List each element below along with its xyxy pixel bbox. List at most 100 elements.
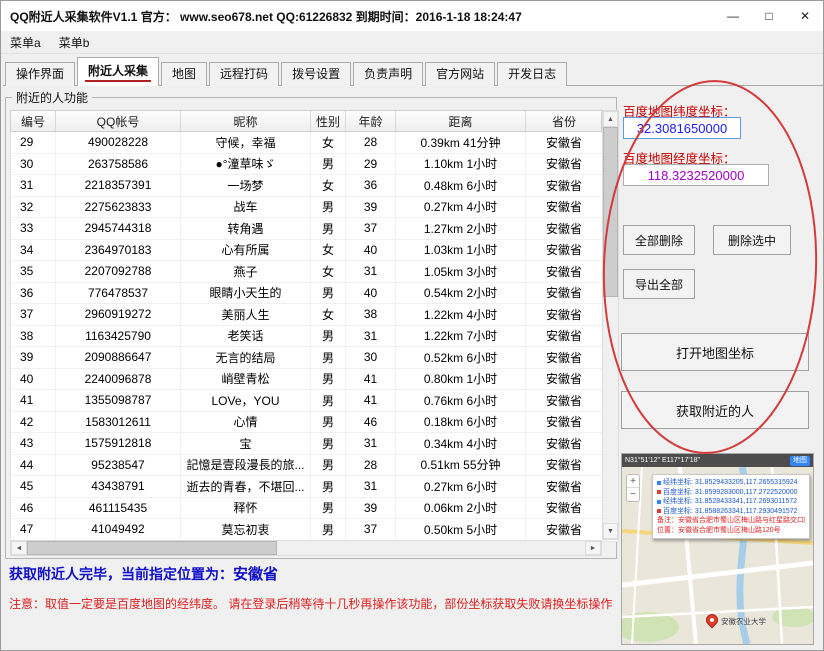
tab-operation[interactable]: 操作界面 [5, 62, 75, 86]
table-row[interactable]: 31 2218357391 一场梦 女 36 0.48km 6小时 安徽省 [11, 175, 603, 197]
marker-dot-icon [657, 490, 661, 494]
zoom-in-button[interactable]: + [627, 475, 639, 488]
cell-nick: 一场梦 [181, 175, 311, 196]
zoom-out-button[interactable]: − [627, 488, 639, 501]
cell-nick: 記憶是壹段漫長的旅... [181, 455, 311, 476]
cell-id: 46 [11, 498, 56, 519]
cell-id: 40 [11, 369, 56, 390]
get-nearby-people-button[interactable]: 获取附近的人 [621, 391, 809, 429]
cell-age: 30 [346, 347, 396, 368]
table-row[interactable]: 33 2945744318 转角遇 男 37 1.27km 2小时 安徽省 [11, 218, 603, 240]
cell-gender: 女 [311, 240, 346, 261]
minimize-button[interactable]: — [715, 1, 751, 31]
map-type-button[interactable]: 地图 [790, 456, 810, 466]
tab-disclaimer[interactable]: 负责声明 [353, 62, 423, 86]
scroll-up-arrow[interactable]: ▲ [603, 111, 618, 127]
close-button[interactable]: ✕ [787, 1, 823, 31]
latitude-input[interactable] [623, 117, 741, 139]
export-all-button[interactable]: 导出全部 [623, 269, 695, 299]
cell-qq: 1575912818 [56, 433, 181, 454]
cell-id: 45 [11, 476, 56, 497]
tab-map[interactable]: 地图 [161, 62, 207, 86]
popup-coordinate-line: 百度坐标: 31.8599283000,117.2722520000 [657, 488, 805, 498]
vertical-scrollbar-thumb[interactable] [603, 127, 618, 297]
cell-gender: 男 [311, 519, 346, 540]
map-pin-label: 安徽农业大学 [721, 616, 766, 627]
table-row[interactable]: 30 263758586 ●°潼草味ゞ 男 29 1.10km 1小时 安徽省 [11, 154, 603, 176]
header-qq[interactable]: QQ帐号 [56, 111, 181, 131]
cell-id: 43 [11, 433, 56, 454]
cell-gender: 男 [311, 218, 346, 239]
cell-province: 安徽省 [526, 218, 603, 239]
tab-dial-settings[interactable]: 拨号设置 [281, 62, 351, 86]
table-row[interactable]: 43 1575912818 宝 男 31 0.34km 4小时 安徽省 [11, 433, 603, 455]
menu-item-b[interactable]: 菜单b [50, 34, 99, 51]
table-row[interactable]: 35 2207092788 燕子 女 31 1.05km 3小时 安徽省 [11, 261, 603, 283]
scroll-right-arrow[interactable]: ► [585, 541, 601, 555]
scroll-left-arrow[interactable]: ◄ [11, 541, 27, 555]
titlebar: QQ附近人采集软件V1.1 官方： www.seo678.net QQ:6122… [1, 1, 823, 31]
table-row[interactable]: 46 461115435 释怀 男 39 0.06km 2小时 安徽省 [11, 498, 603, 520]
map-preview[interactable]: N31°51'12" E117°17'18" 地图 + − 经纬坐标: 31.8… [621, 453, 814, 645]
table-row[interactable]: 36 776478537 眼睛小天生的 男 40 0.54km 2小时 安徽省 [11, 283, 603, 305]
vertical-scrollbar[interactable]: ▲ ▼ [602, 110, 619, 540]
cell-distance: 1.22km 4小时 [396, 304, 526, 325]
delete-all-button[interactable]: 全部删除 [623, 225, 695, 255]
cell-id: 47 [11, 519, 56, 540]
header-nick[interactable]: 昵称 [181, 111, 311, 131]
header-age[interactable]: 年龄 [346, 111, 396, 131]
cell-id: 30 [11, 154, 56, 175]
longitude-input[interactable] [623, 164, 769, 186]
cell-province: 安徽省 [526, 455, 603, 476]
header-distance[interactable]: 距离 [396, 111, 526, 131]
map-coordinates-text: N31°51'12" E117°17'18" [625, 457, 700, 464]
header-gender[interactable]: 性别 [311, 111, 346, 131]
horizontal-scrollbar-thumb[interactable] [27, 541, 277, 555]
cell-id: 32 [11, 197, 56, 218]
table-row[interactable]: 38 1163425790 老笑话 男 31 1.22km 7小时 安徽省 [11, 326, 603, 348]
status-done-prefix: 获取附近人完毕，当前指定位置为： [9, 566, 233, 582]
cell-province: 安徽省 [526, 197, 603, 218]
cell-distance: 0.18km 6小时 [396, 412, 526, 433]
header-province[interactable]: 省份 [526, 111, 603, 131]
maximize-button[interactable]: □ [751, 1, 787, 31]
table-row[interactable]: 45 43438791 逝去的青春，不堪回... 男 31 0.27km 6小时… [11, 476, 603, 498]
cell-qq: 2364970183 [56, 240, 181, 261]
cell-qq: 776478537 [56, 283, 181, 304]
cell-province: 安徽省 [526, 476, 603, 497]
table-row[interactable]: 37 2960919272 美丽人生 女 38 1.22km 4小时 安徽省 [11, 304, 603, 326]
table-row[interactable]: 34 2364970183 心有所属 女 40 1.03km 1小时 安徽省 [11, 240, 603, 262]
scroll-down-arrow[interactable]: ▼ [603, 523, 618, 539]
tab-dev-log[interactable]: 开发日志 [497, 62, 567, 86]
cell-distance: 0.50km 5小时 [396, 519, 526, 540]
popup-line-text: 经纬坐标: 31.8529433205,117.2655315924 [663, 478, 798, 488]
cell-age: 28 [346, 132, 396, 153]
cell-distance: 0.76km 6小时 [396, 390, 526, 411]
tab-official-site[interactable]: 官方网站 [425, 62, 495, 86]
table-row[interactable]: 32 2275623833 战车 男 39 0.27km 4小时 安徽省 [11, 197, 603, 219]
table-row[interactable]: 40 2240096878 峭壁青松 男 41 0.80km 1小时 安徽省 [11, 369, 603, 391]
marker-dot-icon [657, 500, 661, 504]
menu-item-a[interactable]: 菜单a [1, 34, 50, 51]
cell-qq: 41049492 [56, 519, 181, 540]
tab-remote-captcha[interactable]: 远程打码 [209, 62, 279, 86]
cell-distance: 1.10km 1小时 [396, 154, 526, 175]
cell-gender: 女 [311, 175, 346, 196]
table-row[interactable]: 29 490028228 守候，幸福 女 28 0.39km 41分钟 安徽省 [11, 132, 603, 154]
table-row[interactable]: 41 1355098787 LOVe，YOU 男 41 0.76km 6小时 安… [11, 390, 603, 412]
tab-nearby-collect[interactable]: 附近人采集 [77, 57, 159, 86]
cell-age: 31 [346, 433, 396, 454]
table-row[interactable]: 42 1583012611 心情 男 46 0.18km 6小时 安徽省 [11, 412, 603, 434]
horizontal-scrollbar[interactable]: ◄ ► [10, 540, 602, 556]
cell-nick: 战车 [181, 197, 311, 218]
map-zoom-control[interactable]: + − [626, 474, 640, 502]
table-row[interactable]: 44 95238547 記憶是壹段漫長的旅... 男 28 0.51km 55分… [11, 455, 603, 477]
cell-nick: 释怀 [181, 498, 311, 519]
delete-selected-button[interactable]: 删除选中 [713, 225, 791, 255]
header-id[interactable]: 编号 [11, 111, 56, 131]
open-map-coordinates-button[interactable]: 打开地图坐标 [621, 333, 809, 371]
cell-age: 46 [346, 412, 396, 433]
cell-nick: 无言的结局 [181, 347, 311, 368]
table-row[interactable]: 47 41049492 莫忘初衷 男 37 0.50km 5小时 安徽省 [11, 519, 603, 541]
table-row[interactable]: 39 2090886647 无言的结局 男 30 0.52km 6小时 安徽省 [11, 347, 603, 369]
